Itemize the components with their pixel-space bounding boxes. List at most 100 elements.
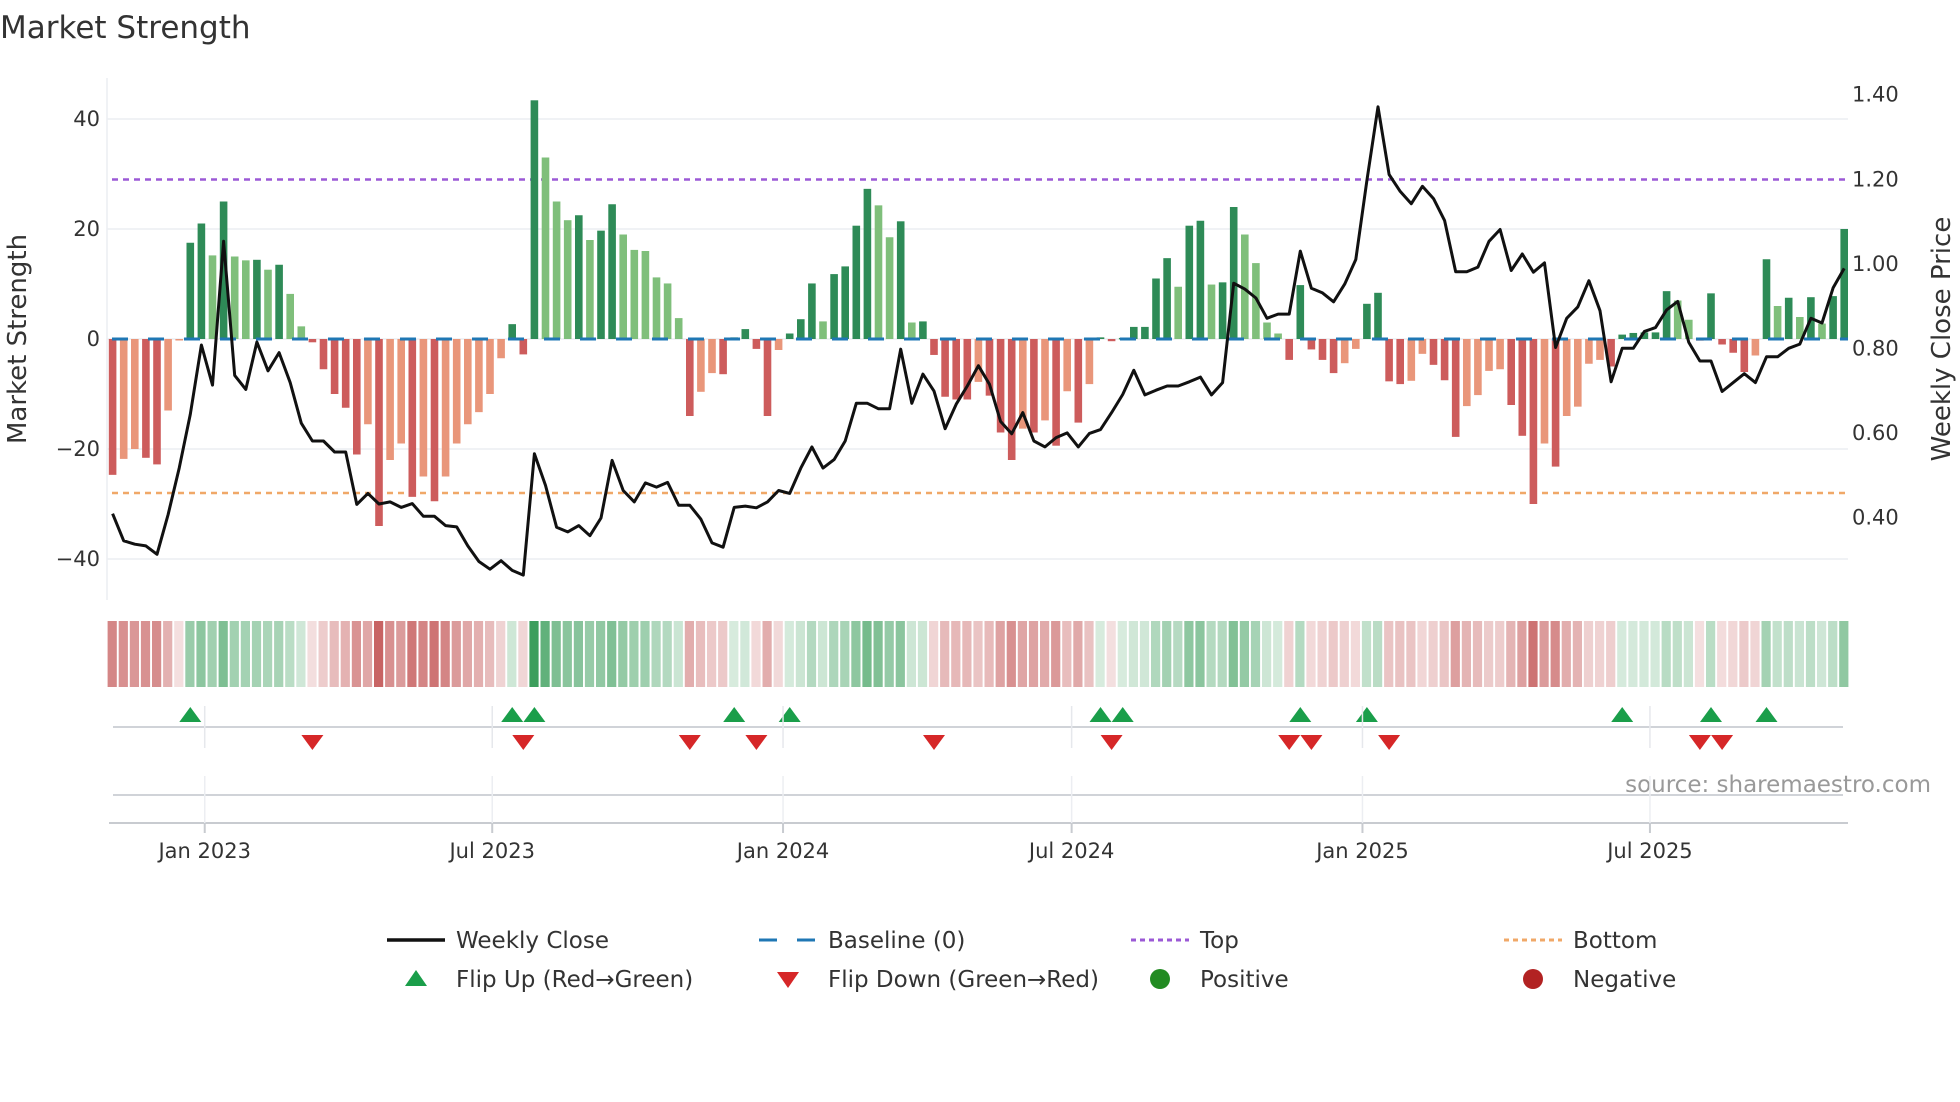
strength-bar	[1718, 339, 1726, 345]
flip-up-marker	[523, 707, 546, 722]
heatmap-cell	[695, 621, 706, 687]
heatmap-cell	[1650, 621, 1660, 687]
strength-bar	[1329, 339, 1338, 374]
legend-label: Positive	[1200, 967, 1289, 993]
legend-label: Baseline (0)	[828, 928, 965, 954]
heatmap-cell	[529, 621, 539, 687]
legend-item-baseline: Baseline (0)	[759, 928, 965, 954]
strength-bar	[1340, 339, 1349, 364]
heatmap-cell	[1728, 621, 1738, 687]
strength-bar	[430, 339, 439, 502]
y2-axis-label: Weekly Close Price	[1927, 217, 1957, 462]
heatmap-cell	[1683, 621, 1693, 687]
y-tick-label: −20	[56, 437, 100, 461]
heatmap-cell	[251, 621, 262, 687]
flip-down-marker	[678, 735, 701, 750]
strength-bar	[563, 220, 572, 339]
heatmap-cell	[429, 621, 439, 687]
strength-bar	[1707, 293, 1715, 339]
strength-bar	[1296, 285, 1305, 339]
heatmap-cell	[485, 621, 495, 687]
flip-down-marker	[923, 735, 945, 750]
strength-bar	[297, 326, 306, 339]
heatmap-cell	[1417, 621, 1427, 687]
heatmap-cell	[962, 621, 972, 687]
heatmap-cell	[1439, 621, 1449, 687]
heatmap-cell	[1173, 621, 1183, 687]
heatmap-cell	[973, 621, 983, 687]
heatmap-cell	[618, 621, 628, 687]
heatmap-cell	[1139, 621, 1150, 687]
strength-bar	[686, 339, 694, 416]
strength-bar	[441, 339, 450, 477]
heatmap-cell	[129, 621, 139, 687]
heatmap-cell	[1828, 621, 1838, 687]
heatmap-cell	[1506, 621, 1516, 687]
y-axis-left: 40 20 0 −20 −40	[56, 107, 100, 571]
legend-label: Weekly Close	[456, 928, 609, 954]
heatmap-cell	[1495, 621, 1505, 687]
y2-tick-label: 1.00	[1852, 252, 1899, 276]
heatmap-cell	[1206, 621, 1216, 687]
heatmap-cell	[540, 621, 550, 687]
flip-down-marker	[745, 735, 768, 750]
heatmap-cell	[906, 621, 916, 687]
heatmap-cell	[1239, 621, 1249, 687]
strength-bar	[863, 188, 872, 339]
strength-bars	[108, 100, 1848, 526]
heatmap-cell	[840, 621, 850, 687]
strength-bar	[1729, 339, 1737, 353]
y2-tick-label: 0.80	[1852, 337, 1899, 361]
heatmap-cell	[995, 621, 1005, 687]
legend-item-bottom: Bottom	[1504, 928, 1657, 954]
triangle-down-icon	[777, 972, 799, 988]
strength-bar	[1773, 306, 1782, 339]
heatmap-cell	[307, 621, 317, 687]
y2-tick-label: 1.40	[1852, 83, 1899, 107]
strength-bar	[175, 339, 183, 341]
heatmap-cell	[329, 621, 339, 687]
strength-bar	[1363, 303, 1371, 339]
strength-bar	[652, 277, 661, 339]
heatmap-cell	[1528, 621, 1538, 687]
heatmap-cell	[673, 621, 683, 687]
strength-bar	[852, 225, 861, 339]
legend-item-flip_up: Flip Up (Red→Green)	[405, 967, 693, 993]
strength-bar	[1185, 225, 1194, 339]
chart-title: Market Strength	[0, 10, 251, 46]
strength-bar	[1007, 339, 1016, 460]
heatmap-cell	[1783, 621, 1793, 687]
heatmap-cell	[1628, 621, 1638, 687]
heatmap-cell	[207, 621, 217, 687]
heatmap-cell	[496, 621, 506, 687]
flip-down-marker	[1711, 735, 1734, 750]
heatmap-cell	[1106, 621, 1116, 687]
strength-bar	[1141, 326, 1149, 339]
heatmap-cell	[218, 621, 228, 687]
strength-bar	[1218, 282, 1227, 339]
heatmap-cell	[1794, 621, 1804, 687]
heatmap-cell	[518, 621, 528, 687]
market-strength-chart: Market Strength 40 20 0 −20 −40 1.40 1.20 1.00…	[0, 10, 1957, 993]
strength-bar	[1596, 339, 1604, 360]
heatmap-cell	[362, 621, 373, 687]
heatmap-cell	[795, 621, 805, 687]
strength-bar	[1041, 339, 1049, 421]
strength-bar	[619, 234, 627, 339]
heatmap-cell	[229, 621, 239, 687]
heatmap-cell	[1739, 621, 1749, 687]
heatmap-cell	[1062, 621, 1072, 687]
heatmap-cell	[1006, 621, 1016, 687]
heatmap-cell	[1772, 621, 1782, 687]
strength-bar	[763, 339, 772, 416]
heatmap-cell	[762, 621, 772, 687]
strength-bar	[1518, 339, 1527, 436]
strength-bar	[1529, 339, 1538, 504]
strength-bar	[1496, 339, 1504, 370]
heatmap-cell	[1328, 621, 1338, 687]
heatmap-cell	[1084, 621, 1094, 687]
strength-bar	[1751, 339, 1760, 356]
y2-tick-label: 0.40	[1852, 506, 1899, 530]
heatmap-cell	[895, 621, 905, 687]
heatmap-cell	[1517, 621, 1527, 687]
